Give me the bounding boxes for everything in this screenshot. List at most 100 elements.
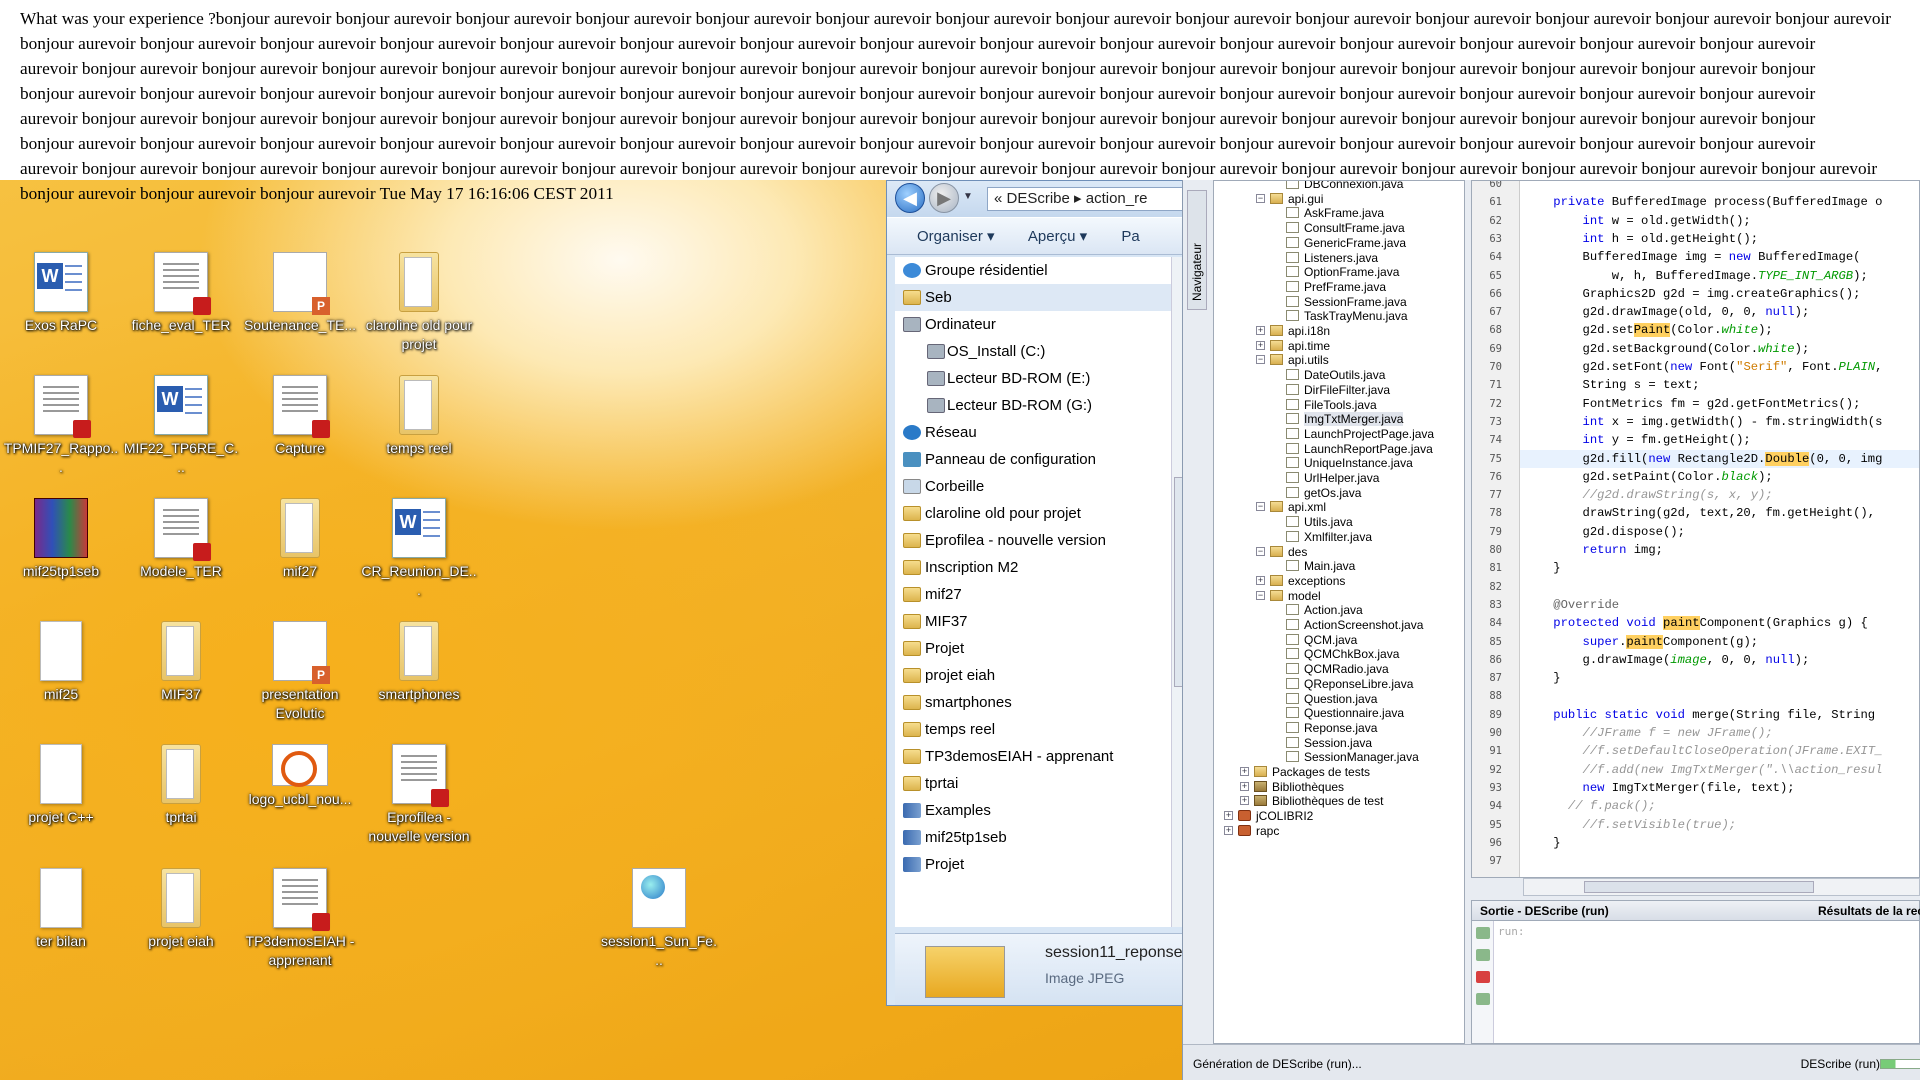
code-line[interactable]: g2d.fill(new Rectangle2D.Double(0, 0, im… <box>1520 449 1919 468</box>
expand-icon[interactable]: + <box>1256 326 1265 335</box>
code-line[interactable]: int h = old.getHeight(); <box>1524 230 1759 248</box>
collapse-icon[interactable]: − <box>1256 193 1265 203</box>
nav-item[interactable]: Projet <box>895 851 1171 878</box>
expand-icon[interactable]: + <box>1240 767 1249 776</box>
nav-item[interactable]: Panneau de configuration <box>895 446 1171 473</box>
desktop-icon[interactable]: tprtai <box>122 744 240 827</box>
code-line[interactable]: new ImgTxtMerger(file, text); <box>1524 779 1795 797</box>
code-line[interactable]: int w = old.getWidth(); <box>1524 212 1751 230</box>
code-line[interactable]: } <box>1524 669 1560 687</box>
nav-item[interactable]: MIF37 <box>895 608 1171 635</box>
desktop-icon[interactable]: session1_Sun_Fe... <box>600 868 718 970</box>
desktop-icon[interactable]: projet C++ <box>2 744 120 827</box>
desktop-icon[interactable]: Soutenance_TE... <box>241 252 359 335</box>
code-line[interactable]: protected void paintComponent(Graphics g… <box>1524 614 1868 632</box>
nav-item[interactable]: mif27 <box>895 581 1171 608</box>
code-line[interactable]: FontMetrics fm = g2d.getFontMetrics(); <box>1524 395 1861 413</box>
collapse-icon[interactable]: − <box>1256 590 1265 600</box>
code-line[interactable]: public static void merge(String file, St… <box>1524 706 1875 724</box>
expand-icon[interactable]: + <box>1240 781 1249 791</box>
code-line[interactable]: String s = text; <box>1524 376 1700 394</box>
organize-button[interactable]: Organiser ▾ <box>917 228 995 245</box>
desktop-icon[interactable]: TP3demosEIAH - apprenant <box>241 868 359 970</box>
code-line[interactable]: w, h, BufferedImage.TYPE_INT_ARGB); <box>1524 267 1868 285</box>
code-line[interactable]: g2d.setBackground(Color.white); <box>1524 340 1810 358</box>
nav-item[interactable]: claroline old pour projet <box>895 500 1171 527</box>
forward-arrow-icon[interactable]: ▶ <box>929 183 959 213</box>
nav-item[interactable]: tprtai <box>895 770 1171 797</box>
desktop-icon[interactable]: MIF37 <box>122 621 240 704</box>
nav-item[interactable]: Ordinateur <box>895 311 1171 338</box>
rerun-debug-icon[interactable] <box>1475 949 1490 961</box>
code-line[interactable]: } <box>1524 834 1560 852</box>
desktop-icon[interactable]: Eprofilea - nouvelle version <box>360 744 478 846</box>
code-line[interactable]: int x = img.getWidth() - fm.stringWidth(… <box>1524 413 1883 431</box>
nav-item[interactable]: smartphones <box>895 689 1171 716</box>
nav-item[interactable]: Projet <box>895 635 1171 662</box>
desktop-icon[interactable]: mif25 <box>2 621 120 704</box>
desktop-icon[interactable]: W Exos RaPC <box>2 252 120 335</box>
code-line[interactable]: } <box>1524 559 1560 577</box>
code-line[interactable]: g2d.setPaint(Color.black); <box>1524 468 1773 486</box>
tab-output[interactable]: Sortie - DEScribe (run) <box>1480 901 1609 921</box>
code-line[interactable]: BufferedImage img = new BufferedImage( <box>1524 248 1861 266</box>
desktop-icon[interactable]: TPMIF27_Rappo... <box>2 375 120 477</box>
desktop-icon[interactable]: W MIF22_TP6RE_C... <box>122 375 240 477</box>
code-line[interactable]: //f.setVisible(true); <box>1524 816 1737 834</box>
expand-icon[interactable]: + <box>1256 575 1265 585</box>
scrollbar-thumb[interactable] <box>1584 881 1814 893</box>
expand-icon[interactable]: + <box>1256 340 1265 350</box>
tab-search-results[interactable]: Résultats de la reche <box>1818 901 1920 921</box>
project-node[interactable]: + rapc <box>1224 822 1279 840</box>
desktop-icon[interactable]: temps reel <box>360 375 478 458</box>
code-line[interactable]: g2d.setPaint(Color.white); <box>1524 321 1773 339</box>
nav-item[interactable]: OS_Install (C:) <box>895 338 1171 365</box>
code-line[interactable]: @Override <box>1524 596 1619 614</box>
stop-icon[interactable] <box>1475 971 1490 983</box>
nav-item[interactable]: Eprofilea - nouvelle version <box>895 527 1171 554</box>
code-line[interactable]: return img; <box>1524 541 1663 559</box>
nav-item[interactable]: projet eiah <box>895 662 1171 689</box>
code-line[interactable]: g.drawImage(image, 0, 0, null); <box>1524 651 1810 669</box>
desktop-icon[interactable]: Capture <box>241 375 359 458</box>
collapse-icon[interactable]: − <box>1256 546 1265 556</box>
collapse-icon[interactable]: − <box>1256 502 1265 512</box>
settings-icon[interactable] <box>1475 993 1490 1005</box>
code-line[interactable]: //f.add(new ImgTxtMerger(".\\action_resu… <box>1524 761 1883 779</box>
history-dropdown-icon[interactable]: ▼ <box>963 191 973 202</box>
nav-item[interactable]: TP3demosEIAH - apprenant <box>895 743 1171 770</box>
expand-icon[interactable]: + <box>1224 825 1233 835</box>
nav-item[interactable]: Lecteur BD-ROM (E:) <box>895 365 1171 392</box>
desktop-icon[interactable]: W CR_Reunion_DE... <box>360 498 478 600</box>
editor-horizontal-scrollbar[interactable] <box>1523 878 1920 896</box>
desktop-icon[interactable]: smartphones <box>360 621 478 704</box>
code-line[interactable]: //f.setDefaultCloseOperation(JFrame.EXIT… <box>1524 742 1883 760</box>
desktop-icon[interactable]: presentation Evolutic <box>241 621 359 723</box>
nav-item[interactable]: Seb <box>895 284 1171 311</box>
desktop-icon[interactable]: logo_ucbl_nou... <box>241 744 359 809</box>
code-line[interactable]: Graphics2D g2d = img.createGraphics(); <box>1524 285 1861 303</box>
collapse-icon[interactable]: − <box>1256 355 1265 365</box>
nav-item[interactable]: Lecteur BD-ROM (G:) <box>895 392 1171 419</box>
nav-item[interactable]: Réseau <box>895 419 1171 446</box>
code-line[interactable]: int y = fm.getHeight(); <box>1524 431 1751 449</box>
nav-item[interactable]: Inscription M2 <box>895 554 1171 581</box>
nav-item[interactable]: temps reel <box>895 716 1171 743</box>
code-line[interactable]: //g2d.drawString(s, x, y); <box>1524 486 1773 504</box>
code-editor[interactable]: 60 61 private BufferedImage process(Buffe… <box>1471 180 1920 878</box>
code-line[interactable]: g2d.setFont(new Font("Serif", Font.PLAIN… <box>1524 358 1883 376</box>
code-line[interactable]: private BufferedImage process(BufferedIm… <box>1524 193 1882 211</box>
expand-icon[interactable]: + <box>1224 811 1233 821</box>
code-line[interactable]: g2d.dispose(); <box>1524 523 1685 541</box>
desktop-icon[interactable]: projet eiah <box>122 868 240 951</box>
expand-icon[interactable]: + <box>1240 796 1249 806</box>
code-line[interactable]: //JFrame f = new JFrame(); <box>1524 724 1773 742</box>
desktop-icon[interactable]: mif25tp1seb <box>2 498 120 581</box>
preview-button[interactable]: Aperçu ▾ <box>1028 228 1087 245</box>
nav-item[interactable]: Groupe résidentiel <box>895 257 1171 284</box>
nav-item[interactable]: Corbeille <box>895 473 1171 500</box>
code-line[interactable]: super.paintComponent(g); <box>1524 633 1758 651</box>
code-line[interactable]: g2d.drawImage(old, 0, 0, null); <box>1524 303 1810 321</box>
desktop-icon[interactable]: fiche_eval_TER <box>122 252 240 335</box>
desktop-icon[interactable]: mif27 <box>241 498 359 581</box>
